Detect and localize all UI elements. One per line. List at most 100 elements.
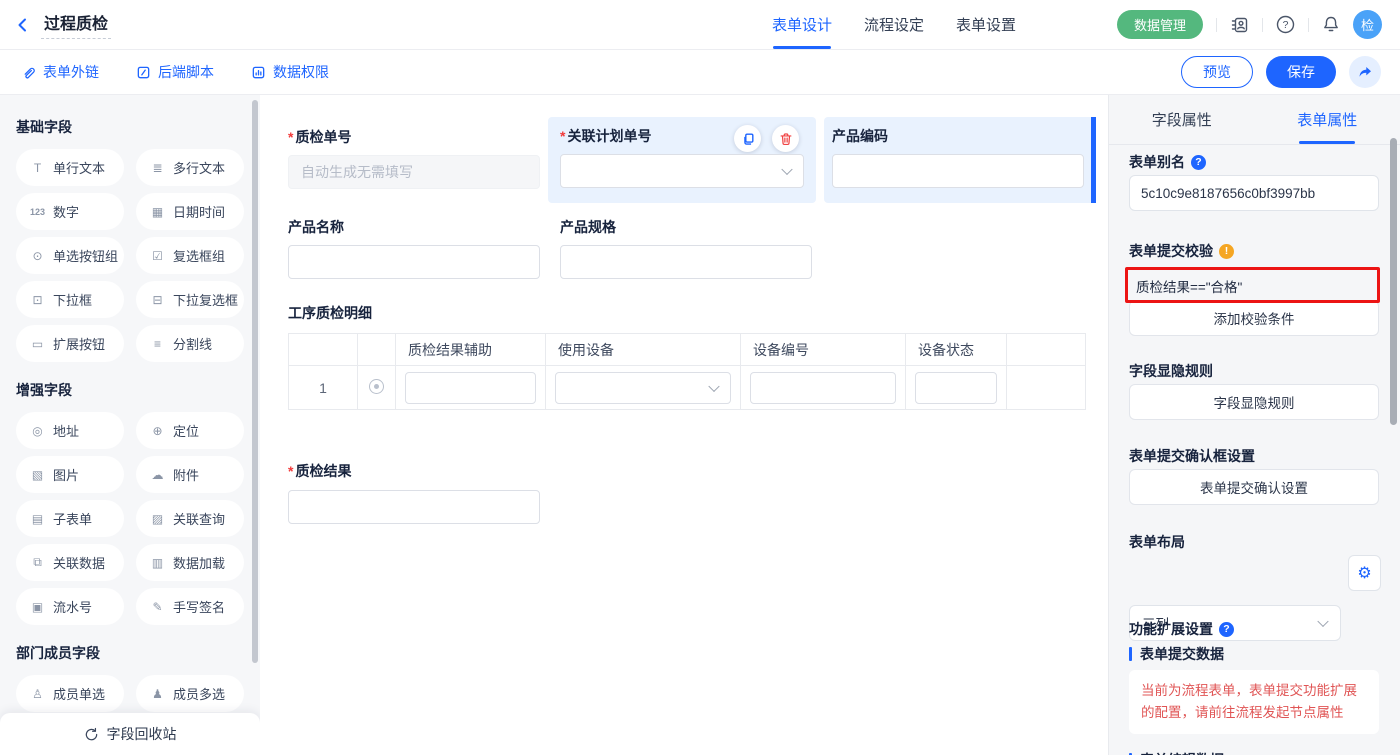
field-type-单行文本[interactable]: T 单行文本 bbox=[16, 149, 124, 186]
sidebar-scrollbar[interactable] bbox=[252, 100, 258, 663]
form-external-link[interactable]: 表单外链 bbox=[21, 62, 99, 82]
field-type-日期时间[interactable]: ▦日期时间 bbox=[136, 193, 244, 230]
tab-form-design[interactable]: 表单设计 bbox=[772, 0, 832, 49]
field-type-label: 关联查询 bbox=[173, 509, 225, 528]
copy-field-button[interactable] bbox=[734, 125, 761, 152]
product-code-input[interactable] bbox=[832, 154, 1084, 188]
help-circle-icon[interactable]: ? bbox=[1219, 622, 1234, 637]
field-type-分割线[interactable]: ≡ 分割线 bbox=[136, 325, 244, 362]
submit-confirm-button[interactable]: 表单提交确认设置 bbox=[1129, 469, 1379, 505]
script-icon bbox=[136, 65, 151, 80]
image-icon: ▧ bbox=[29, 468, 46, 482]
field-type-数字[interactable]: 123数字 bbox=[16, 193, 124, 230]
tab-field-properties[interactable]: 字段属性 bbox=[1109, 95, 1255, 144]
avatar[interactable]: 检 bbox=[1353, 10, 1382, 39]
field-type-label: 成员单选 bbox=[53, 684, 105, 703]
field-type-关联查询[interactable]: ▨关联查询 bbox=[136, 500, 244, 537]
field-product-code-highlighted[interactable]: 产品编码 bbox=[824, 117, 1096, 203]
field-type-定位[interactable]: ⊕定位 bbox=[136, 412, 244, 449]
field-type-数据加载[interactable]: ▥数据加载 bbox=[136, 544, 244, 581]
attachment-icon: ☁ bbox=[149, 468, 166, 482]
tab-form-setting[interactable]: 表单设置 bbox=[956, 0, 1016, 49]
data-permission-link[interactable]: 数据权限 bbox=[251, 62, 329, 82]
help-circle-icon[interactable]: ? bbox=[1191, 155, 1206, 170]
back-button[interactable] bbox=[14, 16, 32, 34]
flow-form-notice: 当前为流程表单，表单提交功能扩展的配置，请前往流程发起节点属性 bbox=[1129, 670, 1379, 734]
add-validation-button[interactable]: 添加校验条件 bbox=[1129, 300, 1379, 336]
device-select[interactable] bbox=[555, 372, 731, 404]
field-type-流水号[interactable]: ▣流水号 bbox=[16, 588, 124, 625]
field-type-复选框组[interactable]: ☑复选框组 bbox=[136, 237, 244, 274]
divider-icon: ≡ bbox=[149, 337, 166, 351]
submit-validation-label: 表单提交校验 ! bbox=[1129, 241, 1234, 261]
sidebar-section-title: 基础字段 bbox=[16, 117, 244, 137]
device-status-input[interactable] bbox=[915, 372, 997, 404]
form-alias-input[interactable] bbox=[1129, 175, 1379, 211]
backend-script-link[interactable]: 后端脚本 bbox=[136, 62, 214, 82]
visibility-rules-button[interactable]: 字段显隐规则 bbox=[1129, 384, 1379, 420]
field-type-图片[interactable]: ▧图片 bbox=[16, 456, 124, 493]
field-qc-number[interactable]: 质检单号 bbox=[276, 117, 540, 199]
field-type-成员单选[interactable]: ♙成员单选 bbox=[16, 675, 124, 712]
single-line-text-icon: T bbox=[29, 161, 46, 175]
field-product-spec[interactable]: 产品规格 bbox=[548, 207, 816, 289]
validation-condition[interactable]: 质检结果=="合格" bbox=[1136, 276, 1242, 296]
tab-form-properties[interactable]: 表单属性 bbox=[1255, 95, 1400, 144]
product-name-input[interactable] bbox=[288, 245, 540, 279]
row-radio-icon[interactable] bbox=[369, 379, 384, 394]
field-recycle-bin[interactable]: 字段回收站 bbox=[0, 713, 260, 755]
field-type-成员多选[interactable]: ♟成员多选 bbox=[136, 675, 244, 712]
field-type-label: 单行文本 bbox=[53, 158, 105, 177]
help-icon[interactable]: ? bbox=[1276, 15, 1295, 34]
row-index: 1 bbox=[289, 366, 358, 410]
field-subform[interactable]: 工序质检明细 质检结果辅助使用设备设备编号设备状态 1 bbox=[288, 303, 1085, 410]
page-title[interactable]: 过程质检 bbox=[41, 10, 111, 39]
field-type-扩展按钮[interactable]: ▭扩展按钮 bbox=[16, 325, 124, 362]
field-product-name[interactable]: 产品名称 bbox=[276, 207, 540, 289]
device-number-input[interactable] bbox=[750, 372, 896, 404]
delete-field-button[interactable] bbox=[772, 125, 799, 152]
field-label: 质检结果 bbox=[288, 461, 528, 481]
panel-scrollbar[interactable] bbox=[1390, 138, 1397, 425]
contacts-icon[interactable] bbox=[1230, 16, 1249, 34]
datetime-icon: ▦ bbox=[149, 205, 166, 219]
product-spec-input[interactable] bbox=[560, 245, 812, 279]
field-type-关联数据[interactable]: ⧉关联数据 bbox=[16, 544, 124, 581]
field-type-下拉框[interactable]: ⊡下拉框 bbox=[16, 281, 124, 318]
field-linked-plan-number-selected[interactable]: 关联计划单号 bbox=[548, 117, 816, 203]
subform-table: 质检结果辅助使用设备设备编号设备状态 1 bbox=[288, 333, 1086, 410]
field-type-地址[interactable]: ◎地址 bbox=[16, 412, 124, 449]
field-type-手写签名[interactable]: ✎手写签名 bbox=[136, 588, 244, 625]
qc-number-input[interactable] bbox=[288, 155, 540, 189]
serial-number-icon: ▣ bbox=[29, 600, 46, 614]
form-alias-label: 表单别名 ? bbox=[1129, 152, 1206, 172]
save-button[interactable]: 保存 bbox=[1266, 56, 1336, 88]
submit-data-section: 表单提交数据 bbox=[1129, 644, 1224, 664]
field-type-子表单[interactable]: ▤子表单 bbox=[16, 500, 124, 537]
field-type-label: 分割线 bbox=[173, 334, 212, 353]
field-qc-result[interactable]: 质检结果 bbox=[276, 461, 540, 524]
svg-text:?: ? bbox=[1283, 19, 1289, 31]
extension-settings-label: 功能扩展设置 ? bbox=[1129, 619, 1234, 639]
field-type-附件[interactable]: ☁附件 bbox=[136, 456, 244, 493]
field-label: 产品名称 bbox=[288, 217, 528, 237]
properties-panel: 字段属性 表单属性 表单别名 ? 表单提交校验 ! 质检结果=="合格" 添加校… bbox=[1108, 95, 1400, 755]
trash-icon bbox=[779, 132, 793, 146]
field-type-下拉复选框[interactable]: ⊟下拉复选框 bbox=[136, 281, 244, 318]
share-button[interactable] bbox=[1349, 56, 1381, 88]
data-manage-button[interactable]: 数据管理 bbox=[1117, 10, 1203, 39]
field-type-多行文本[interactable]: ≣多行文本 bbox=[136, 149, 244, 186]
field-label: 质检单号 bbox=[288, 127, 528, 147]
bell-icon[interactable] bbox=[1322, 15, 1340, 34]
divider bbox=[1308, 18, 1309, 32]
field-label: 产品编码 bbox=[832, 126, 1096, 146]
field-type-单选按钮组[interactable]: ⊙单选按钮组 bbox=[16, 237, 124, 274]
qc-result-input[interactable] bbox=[288, 490, 540, 524]
qc-result-assist-input[interactable] bbox=[405, 372, 536, 404]
linked-plan-select[interactable] bbox=[560, 154, 804, 188]
field-type-label: 复选框组 bbox=[173, 246, 225, 265]
tab-flow-setting[interactable]: 流程设定 bbox=[864, 0, 924, 49]
preview-button[interactable]: 预览 bbox=[1181, 56, 1253, 88]
layout-gear-button[interactable]: ⚙ bbox=[1348, 555, 1381, 591]
extend-button-icon: ▭ bbox=[29, 337, 46, 351]
